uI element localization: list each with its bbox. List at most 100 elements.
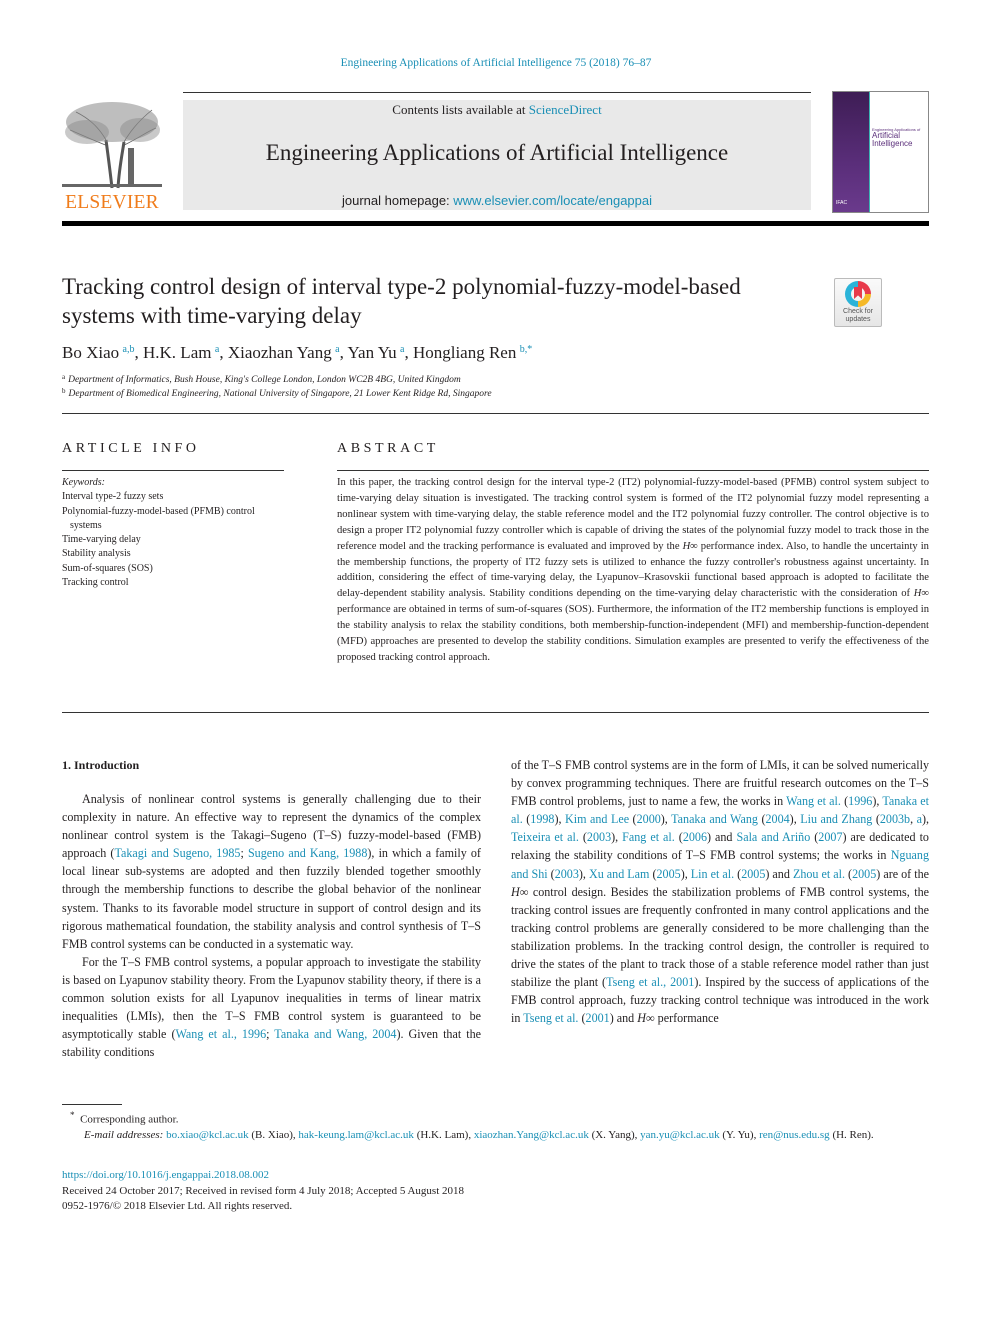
citation-link[interactable]: Wang et al. xyxy=(786,794,841,808)
email-addresses: E-mail addresses: bo.xiao@kcl.ac.uk (B. … xyxy=(84,1128,874,1141)
citation-link[interactable]: 2004 xyxy=(765,812,789,826)
text: ) and xyxy=(609,1011,638,1026)
email-owner: (Y. Yu) xyxy=(722,1128,754,1141)
corresponding-author-note: * Corresponding author. xyxy=(62,1108,929,1128)
email-link[interactable]: ren@nus.edu.sg xyxy=(759,1129,830,1141)
divider xyxy=(62,470,284,471)
masthead-rule xyxy=(183,92,811,93)
author[interactable]: Xiaozhan Yang xyxy=(228,343,332,362)
citation-link[interactable]: Teixeira et al. xyxy=(511,830,579,844)
citation-link[interactable]: Sala and Ariño xyxy=(736,830,810,844)
text: ( xyxy=(872,812,880,827)
author[interactable]: Bo Xiao xyxy=(62,343,119,362)
citation-link[interactable]: 1998 xyxy=(530,812,554,826)
citation-link[interactable]: 2000 xyxy=(637,812,661,826)
doi-link[interactable]: https://doi.org/10.1016/j.engappai.2018.… xyxy=(62,1169,269,1181)
citation-link[interactable]: 2005 xyxy=(852,867,876,881)
citation-link[interactable]: Tanaka and Wang, 2004 xyxy=(274,1027,396,1041)
citation-link[interactable]: Tseng et al., 2001 xyxy=(606,975,694,989)
author-affiliation-mark[interactable]: a xyxy=(400,344,404,355)
citation-link[interactable]: 2007 xyxy=(818,830,842,844)
received-dates: Received 24 October 2017; Received in re… xyxy=(62,1184,465,1197)
affiliation-mark: b xyxy=(62,387,66,395)
author-affiliation-mark[interactable]: a,b xyxy=(123,344,135,355)
text: ( xyxy=(578,1011,586,1026)
email-label: E-mail addresses: xyxy=(84,1128,164,1141)
citation-link[interactable]: Tseng et al. xyxy=(523,1011,578,1025)
text: performance xyxy=(654,1011,719,1026)
email-link[interactable]: hak-keung.lam@kcl.ac.uk xyxy=(298,1129,414,1141)
citation-link[interactable]: 2005 xyxy=(657,867,681,881)
journal-citation-link[interactable]: Engineering Applications of Artificial I… xyxy=(341,57,652,69)
check-updates-label: Check for updates xyxy=(843,308,873,323)
copyright: 0952-1976/© 2018 Elsevier Ltd. All right… xyxy=(62,1200,293,1212)
citation-link[interactable]: Sugeno and Kang, 1988 xyxy=(248,846,367,860)
elsevier-wordmark: ELSEVIER xyxy=(65,192,159,213)
journal-cover-thumbnail[interactable]: Engineering Applications of Artificial I… xyxy=(832,91,929,213)
text: control design. Besides the stabilizatio… xyxy=(511,884,929,990)
text: ( xyxy=(629,812,637,827)
citation-link[interactable]: 2003 xyxy=(587,830,611,844)
corresponding-text: Corresponding author. xyxy=(80,1113,179,1126)
sciencedirect-link[interactable]: ScienceDirect xyxy=(529,102,602,117)
text: ) and xyxy=(765,866,793,881)
citation-link[interactable]: Takagi and Sugeno, 1985 xyxy=(114,846,240,860)
running-header[interactable]: Engineering Applications of Artificial I… xyxy=(0,57,992,69)
affiliation-text: Department of Biomedical Engineering, Na… xyxy=(68,389,492,399)
citation-link[interactable]: Liu and Zhang xyxy=(800,812,872,826)
body-column-right: of the T–S FMB control systems are in th… xyxy=(511,756,929,1027)
citation-link[interactable]: 2003 xyxy=(555,867,579,881)
keyword: Stability analysis xyxy=(62,548,131,560)
citation-link[interactable]: 2006 xyxy=(683,830,707,844)
email-link[interactable]: yan.yu@kcl.ac.uk xyxy=(640,1129,719,1141)
affiliation-b: b Department of Biomedical Engineering, N… xyxy=(62,387,922,399)
abstract-text: In this paper, the tracking control desi… xyxy=(337,475,929,666)
homepage-link[interactable]: www.elsevier.com/locate/engappai xyxy=(453,193,652,208)
email-owner: (B. Xiao) xyxy=(251,1128,293,1141)
h-infinity-symbol: H∞ xyxy=(913,588,929,600)
text: ), xyxy=(680,866,691,881)
cover-purple-strip xyxy=(833,92,869,212)
author-affiliation-mark[interactable]: b,* xyxy=(520,344,533,355)
divider xyxy=(62,712,929,713)
cover-accent-line xyxy=(869,92,870,212)
text: ( xyxy=(547,866,555,881)
paragraph: of the T–S FMB control systems are in th… xyxy=(511,756,929,1027)
text: ), xyxy=(921,812,930,827)
keyword: Time-varying delay xyxy=(62,534,141,546)
abstract-segment: performance are obtained in terms of sum… xyxy=(337,604,929,663)
email-link[interactable]: xiaozhan.Yang@kcl.ac.uk xyxy=(474,1129,589,1141)
citation-link[interactable]: 2001 xyxy=(586,1011,610,1025)
author[interactable]: H.K. Lam xyxy=(143,343,211,362)
author-affiliation-mark[interactable]: a xyxy=(215,344,219,355)
check-for-updates-button[interactable]: Check for updates xyxy=(834,278,882,327)
keyword: Tracking control xyxy=(62,577,129,589)
citation-link[interactable]: Xu and Lam xyxy=(589,867,649,881)
citation-link[interactable]: 1996 xyxy=(848,794,872,808)
citation-link[interactable]: 2003b xyxy=(880,812,910,826)
author[interactable]: Yan Yu xyxy=(347,343,396,362)
masthead-thick-rule xyxy=(62,221,929,226)
text: ), xyxy=(872,794,883,809)
footnote-rule xyxy=(62,1104,122,1105)
citation-link[interactable]: Zhou et al. xyxy=(793,867,845,881)
affiliation-mark: a xyxy=(62,373,66,381)
divider xyxy=(62,413,929,414)
text: ), xyxy=(660,812,672,827)
h-infinity-symbol: H∞ xyxy=(637,1011,655,1026)
email-link[interactable]: bo.xiao@kcl.ac.uk xyxy=(166,1129,249,1141)
author-affiliation-mark[interactable]: a xyxy=(335,344,339,355)
contents-line: Contents lists available at ScienceDirec… xyxy=(183,102,811,118)
text: ( xyxy=(578,830,587,845)
citation-link[interactable]: Fang et al. xyxy=(622,830,675,844)
citation-link[interactable]: Lin et al. xyxy=(691,867,734,881)
author[interactable]: Hongliang Ren xyxy=(413,343,516,362)
keyword: Sum-of-squares (SOS) xyxy=(62,562,153,574)
cover-title-line2: Intelligence xyxy=(872,139,913,148)
text: ) and xyxy=(707,830,737,845)
citation-link[interactable]: Kim and Lee xyxy=(565,812,629,826)
h-infinity-symbol: H∞ xyxy=(511,884,529,899)
citation-link[interactable]: 2005 xyxy=(741,867,765,881)
citation-link[interactable]: Tanaka and Wang xyxy=(671,812,758,826)
citation-link[interactable]: Wang et al., 1996 xyxy=(175,1027,266,1041)
